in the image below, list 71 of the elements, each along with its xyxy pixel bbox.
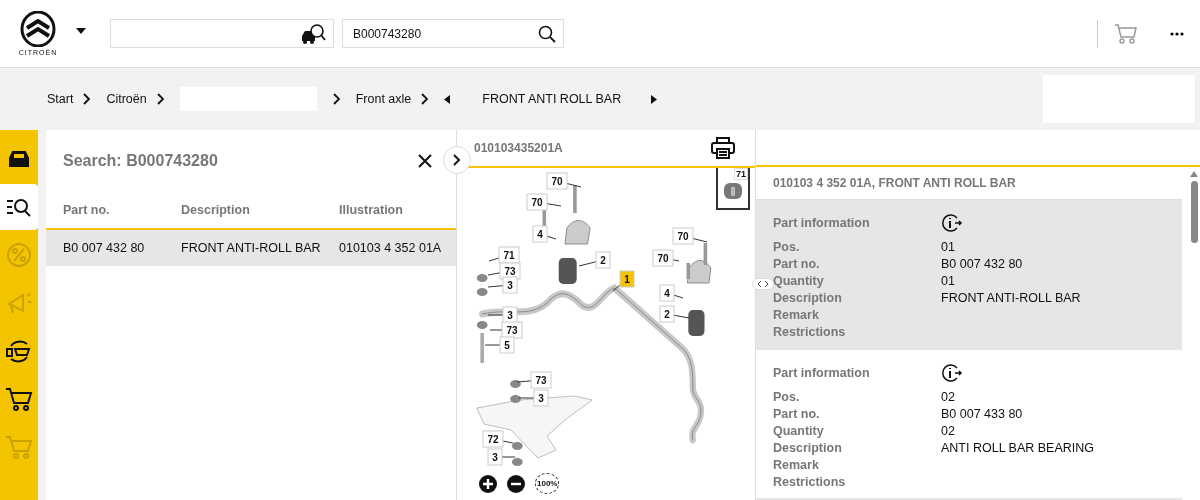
- search-icon[interactable]: [538, 24, 556, 43]
- field-value: 02: [941, 423, 955, 438]
- resize-handle[interactable]: [752, 278, 774, 290]
- table-cell: 010103 4 352 01A: [339, 241, 442, 255]
- zoom-out-icon[interactable]: [507, 474, 525, 493]
- zoom-in-icon[interactable]: [479, 474, 497, 493]
- part-info-heading: Part information: [773, 216, 871, 230]
- bracket-drawing: [564, 220, 591, 245]
- part-thumbnail[interactable]: 71: [716, 168, 750, 210]
- chevron-right-icon: [421, 93, 430, 105]
- car-search-icon[interactable]: [300, 22, 326, 45]
- field-label: Description: [773, 290, 843, 305]
- field-label: Quantity: [773, 273, 825, 288]
- field-label: Pos.: [773, 239, 801, 254]
- part-info-heading: Part information: [773, 366, 871, 380]
- print-icon[interactable]: [711, 137, 735, 159]
- field-label: Pos.: [773, 389, 801, 404]
- info-icon[interactable]: [941, 363, 963, 383]
- chevron-right-icon: [453, 154, 461, 166]
- more-icon[interactable]: [1170, 31, 1184, 36]
- breadcrumb-link[interactable]: Start: [47, 92, 74, 106]
- sidebar-item[interactable]: [0, 184, 38, 230]
- field-value: 01: [941, 239, 955, 254]
- field-label: Remark: [773, 307, 820, 322]
- field-value: FRONT ANTI-ROLL BAR: [941, 290, 1081, 305]
- column-header: Part no.: [63, 203, 111, 217]
- chevron-right-icon: [156, 93, 165, 105]
- field-value: 01: [941, 273, 955, 288]
- scrollbar-thumb[interactable]: [1190, 181, 1198, 243]
- dropdown-caret-icon[interactable]: [76, 27, 86, 34]
- cart-exchange-icon[interactable]: [5, 338, 33, 364]
- close-icon[interactable]: [418, 154, 432, 168]
- callout-label[interactable]: 2: [578, 251, 611, 269]
- field-label: Quantity: [773, 423, 825, 438]
- part-card[interactable]: Part information Pos. 01 Part no. B0 007 432 80 Quantity 01 Description FRONT ANTI-ROLL BAR Remark Restrictions: [756, 200, 1182, 350]
- part-card[interactable]: Part information Pos. 02 Part no. B0 007 433 80 Quantity 02 Description ANTI ROLL BAR BEARING Remark Restrictions: [756, 350, 1182, 500]
- cart-icon[interactable]: [5, 386, 33, 412]
- callout-label: 71: [734, 168, 748, 180]
- breadcrumb-link[interactable]: Front axle: [355, 92, 412, 106]
- field-label: Part no.: [773, 256, 821, 271]
- column-header: Illustration: [339, 203, 403, 217]
- column-header: Description: [181, 203, 251, 217]
- chevron-right-icon: [332, 93, 341, 105]
- field-label: Restrictions: [773, 324, 847, 339]
- part-search-field[interactable]: B000743280: [342, 19, 564, 48]
- illustration-title: 010103435201A: [474, 141, 564, 155]
- field-label: Restrictions: [773, 474, 847, 489]
- result-row[interactable]: B0 007 432 80 FRONT ANTI-ROLL BAR 010103 4 352 01A: [46, 230, 456, 266]
- chevron-right-icon: [83, 93, 92, 105]
- bushing-icon: [722, 180, 744, 202]
- vehicle-search-field[interactable]: [110, 19, 334, 48]
- breadcrumb-current: FRONT ANTI ROLL BAR: [482, 92, 622, 106]
- zoom-reset-button[interactable]: 100%: [535, 473, 560, 494]
- chevron-logo-icon: [19, 11, 57, 47]
- next-arrow-icon[interactable]: [651, 94, 658, 104]
- search-title: Search: B000743280: [63, 152, 219, 170]
- breadcrumb-link[interactable]: Citroën: [106, 92, 147, 106]
- field-value: 02: [941, 389, 955, 404]
- scroll-up-icon[interactable]: [1190, 171, 1198, 177]
- table-cell-text: FRONT ANTI-ROLL BAR: [181, 241, 322, 255]
- field-value: B0 007 432 80: [941, 256, 1023, 271]
- field-value: ANTI ROLL BAR BEARING: [941, 440, 1095, 455]
- field-label: Part no.: [773, 406, 821, 421]
- field-value: B0 007 433 80: [941, 406, 1023, 421]
- info-icon[interactable]: [941, 213, 963, 233]
- bracket-drawing: [686, 260, 712, 284]
- field-label: Remark: [773, 457, 820, 472]
- expand-button[interactable]: [443, 146, 471, 174]
- field-label: Description: [773, 440, 843, 455]
- previous-arrow-icon[interactable]: [444, 94, 451, 104]
- table-cell-text: B0 007 432 80: [63, 241, 146, 255]
